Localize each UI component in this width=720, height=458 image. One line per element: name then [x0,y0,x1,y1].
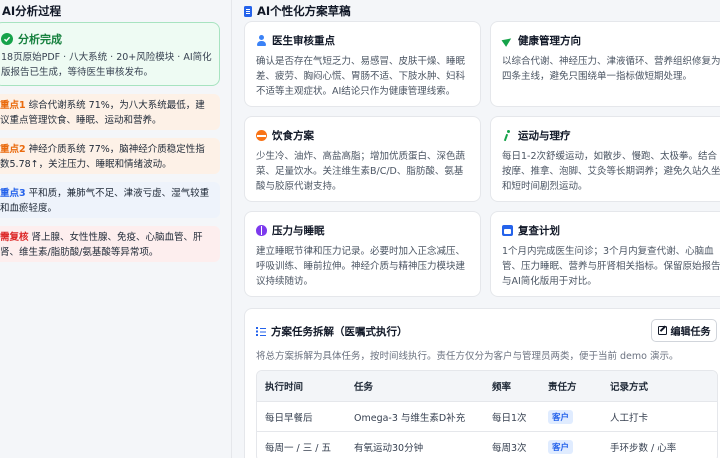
card-body: 确认是否存在气短乏力、易感冒、皮肤干燥、睡眠差、疲劳、胸闷心慌、胃肠不适、下肢水… [256,56,466,97]
owner-badge: 客户 [548,409,574,424]
card-body: 每日1-2次舒缓运动，如散步、慢跑、太极拳。结合按摩、推拿、泡脚、艾灸等长期调养… [502,151,720,192]
cell-frequency: 每日1次 [492,412,527,424]
column-header: 责任方 [548,382,577,393]
key-point-tag: 重点1 [0,100,26,111]
card-body: 以综合代谢、神经压力、津液循环、营养组织修复为四条主线，避免只围绕单一指标做短期… [502,56,720,82]
calendar-icon [502,225,513,236]
review-tag: 需复核 [0,232,29,243]
key-point-text: 平和质，兼肺气不足、津液亏虚、湿气较重和血瘀轻度。 [0,188,210,214]
review-text: 肾上腺、女性性腺、免疫、心脑血管、肝肾、维生素/脂肪酸/氨基酸等异常项。 [0,232,203,258]
card-stress-sleep: 压力与睡眠 建立睡眠节律和压力记录。必要时加入正念减压、呼吸训练、睡前拉伸。神经… [244,211,481,297]
column-header: 频率 [492,382,512,393]
done-description: 18页原始PDF · 八大系统 · 20+风险模块 · AI简化版报告已生成，等… [1,52,212,78]
table-header: 执行时间 任务 频率 责任方 记录方式 [257,371,717,401]
cell-frequency: 每周3次 [492,442,527,454]
plan-draft-title: AI个性化方案草稿 [244,3,351,19]
analysis-panel: AI分析过程 分析完成 18页原始PDF · 八大系统 · 20+风险模块 · … [0,0,232,458]
card-body: 1个月内完成医生问诊；3个月内复查代谢、心脑血管、压力睡眠、营养与肝肾相关指标。… [502,246,720,287]
cell-time: 每日早餐后 [265,412,313,424]
card-title: 饮食方案 [272,130,314,142]
direction-arrow-icon [502,35,513,46]
table-row[interactable]: 每日早餐后 Omega-3 与维生素D补充 每日1次 客户 人工打卡 [257,401,717,431]
task-description: 将总方案拆解为具体任务，按时间线执行。责任方仅分为客户与管理员两类，便于当前 d… [256,351,679,362]
key-point-tag: 重点3 [0,188,26,199]
analysis-done-card: 分析完成 18页原始PDF · 八大系统 · 20+风险模块 · AI简化版报告… [0,22,220,86]
cell-task: Omega-3 与维生素D补充 [354,412,466,424]
card-title: 健康管理方向 [518,35,581,47]
column-header: 任务 [354,382,374,393]
done-title: 分析完成 [18,33,62,46]
key-point-1: 重点1 综合代谢系统 71%，为八大系统最低，建议重点管理饮食、睡眠、运动和营养… [0,94,220,130]
running-icon [502,130,513,141]
card-diet-plan: 饮食方案 少生冷、油炸、高盐高脂；增加优质蛋白、深色蔬菜、足量饮水。关注维生素B… [244,116,481,202]
cell-task: 有氧运动30分钟 [354,442,424,454]
document-icon [244,5,252,17]
task-breakdown-panel: 方案任务拆解（医嘱式执行） 编辑任务 将总方案拆解为具体任务，按时间线执行。责任… [244,308,720,458]
card-title: 运动与理疗 [518,130,571,142]
column-header: 执行时间 [265,382,304,393]
cell-record: 手环步数 / 心率 [610,442,677,454]
analysis-title: AI分析过程 [2,4,62,18]
edit-task-button[interactable]: 编辑任务 [651,319,717,342]
key-point-text: 神经介质系统 77%，脑神经介质稳定性指数5.78↑，关注压力、睡眠和情绪波动。 [0,144,205,170]
check-circle-icon [1,33,13,45]
task-breakdown-title: 方案任务拆解（医嘱式执行） [256,324,408,339]
column-header: 记录方式 [610,382,649,393]
card-body: 少生冷、油炸、高盐高脂；增加优质蛋白、深色蔬菜、足量饮水。关注维生素B/C/D、… [256,151,466,192]
owner-badge: 客户 [548,439,574,454]
cell-record: 人工打卡 [610,412,649,424]
key-point-2: 重点2 神经介质系统 77%，脑神经介质稳定性指数5.78↑，关注压力、睡眠和情… [0,138,220,174]
review-point: 需复核 肾上腺、女性性腺、免疫、心脑血管、肝肾、维生素/脂肪酸/氨基酸等异常项。 [0,226,220,262]
food-icon [256,130,267,141]
task-table: 执行时间 任务 频率 责任方 记录方式 每日早餐后 Omega-3 与维生素D补… [256,370,718,458]
doctor-icon [256,35,267,46]
card-title: 医生审核重点 [272,35,335,47]
card-body: 建立睡眠节律和压力记录。必要时加入正念减压、呼吸训练、睡前拉伸。神经介质与精神压… [256,246,466,287]
key-point-3: 重点3 平和质，兼肺气不足、津液亏虚、湿气较重和血瘀轻度。 [0,182,220,218]
key-point-tag: 重点2 [0,144,26,155]
card-recheck-plan: 复查计划 1个月内完成医生问诊；3个月内复查代谢、心脑血管、压力睡眠、营养与肝肾… [490,211,720,297]
card-health-direction: 健康管理方向 以综合代谢、神经压力、津液循环、营养组织修复为四条主线，避免只围绕… [490,21,720,107]
brain-icon [256,225,267,236]
list-icon [256,327,266,336]
edit-icon [657,326,667,335]
card-title: 压力与睡眠 [272,225,325,237]
table-row[interactable]: 每周一 / 三 / 五 有氧运动30分钟 每周3次 客户 手环步数 / 心率 [257,431,717,458]
cell-time: 每周一 / 三 / 五 [265,442,331,454]
card-doctor-review: 医生审核重点 确认是否存在气短乏力、易感冒、皮肤干燥、睡眠差、疲劳、胸闷心慌、胃… [244,21,481,107]
card-exercise-therapy: 运动与理疗 每日1-2次舒缓运动，如散步、慢跑、太极拳。结合按摩、推拿、泡脚、艾… [490,116,720,202]
key-point-text: 综合代谢系统 71%，为八大系统最低，建议重点管理饮食、睡眠、运动和营养。 [0,100,205,126]
card-title: 复查计划 [518,225,560,237]
